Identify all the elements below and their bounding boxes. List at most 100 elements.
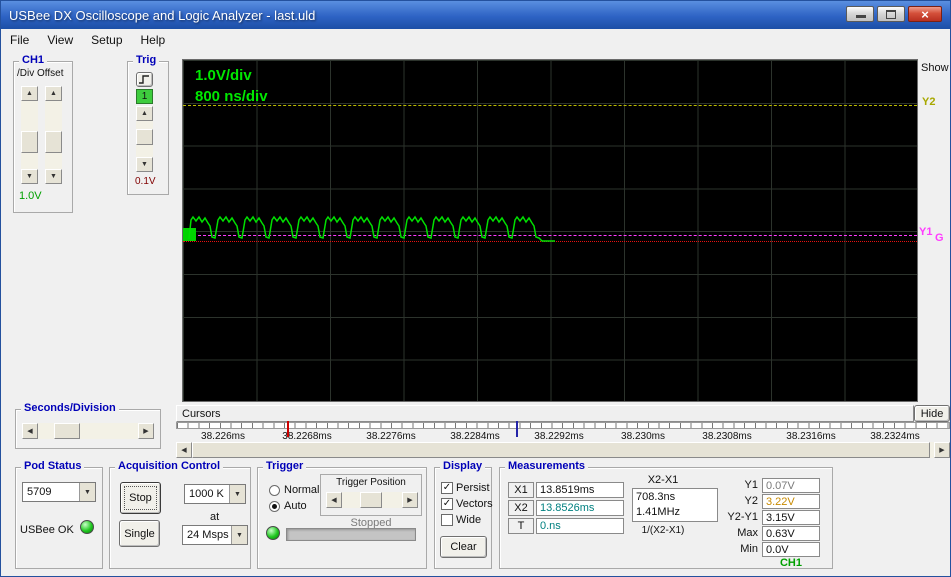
waveform-scroll-thumb[interactable]	[192, 442, 930, 458]
trigger-position-track[interactable]	[342, 492, 402, 508]
time-tick-label: 38.2308ms	[702, 431, 752, 442]
window-controls: ×	[846, 6, 942, 22]
ch1-offset-down-arrow-icon[interactable]: ▼	[45, 169, 62, 184]
maximize-button[interactable]	[877, 6, 905, 22]
scroll-right-arrow-icon[interactable]: ▶	[934, 442, 950, 458]
trigger-level-scrollbar[interactable]: ▲ ▼	[136, 106, 153, 172]
time-tick-label: 38.2284ms	[450, 431, 500, 442]
trigger-position-right-arrow-icon[interactable]: ▶	[402, 492, 418, 508]
menu-item-file[interactable]: File	[1, 30, 38, 50]
frequency-value: 1.41MHz	[636, 506, 681, 518]
scroll-left-arrow-icon[interactable]: ◀	[176, 442, 192, 458]
time-tick-label: 38.2324ms	[870, 431, 920, 442]
ch1-offset-scroll-thumb[interactable]	[45, 131, 62, 153]
trigger-auto-radio[interactable]	[269, 501, 280, 512]
pod-select-dropdown[interactable]: 5709 ▼	[22, 482, 96, 502]
scope-volts-per-div: 1.0V/div	[195, 67, 252, 84]
menu-item-view[interactable]: View	[38, 30, 82, 50]
menu-item-help[interactable]: Help	[132, 30, 175, 50]
time-tick-label: 38.230ms	[621, 431, 665, 442]
time-tick-label: 38.2316ms	[786, 431, 836, 442]
x1-cursor-marker[interactable]	[287, 421, 289, 437]
stop-button[interactable]: Stop	[120, 482, 161, 514]
buffer-size-dropdown[interactable]: 1000 K ▼	[184, 484, 246, 504]
minimize-icon	[856, 15, 866, 18]
persist-checkbox[interactable]: ✓	[441, 482, 453, 494]
dropdown-arrow-icon[interactable]: ▼	[231, 526, 247, 544]
trigger-normal-radio[interactable]	[269, 485, 280, 496]
vectors-checkbox[interactable]: ✓	[441, 498, 453, 510]
ch1-offset-scrollbar[interactable]: ▲ ▼	[45, 86, 62, 184]
trigger-level-scroll-thumb[interactable]	[136, 129, 153, 145]
close-button[interactable]: ×	[908, 6, 942, 22]
y2-value: 3.22V	[762, 494, 820, 509]
x2-cursor-marker[interactable]	[516, 421, 518, 437]
max-value: 0.63V	[762, 526, 820, 541]
t-label: T	[508, 518, 534, 534]
timebase-right-arrow-icon[interactable]: ▶	[138, 423, 154, 439]
timebase-scroll-track[interactable]	[38, 423, 138, 439]
trigger-position-thumb[interactable]	[360, 492, 382, 508]
sample-rate-dropdown[interactable]: 24 Msps ▼	[182, 525, 248, 545]
trigger-position-left-arrow-icon[interactable]: ◀	[326, 492, 342, 508]
display-panel-title: Display	[440, 460, 486, 472]
persist-label[interactable]: Persist	[456, 482, 490, 494]
pod-status-panel: Pod Status 5709 ▼ USBee OK	[15, 460, 103, 569]
timebase-scroll-thumb[interactable]	[54, 423, 80, 439]
minimize-button[interactable]	[846, 6, 874, 22]
ch1-div-scroll-thumb[interactable]	[21, 131, 38, 153]
trigger-slope-button[interactable]	[136, 72, 153, 87]
ch1-offset-scroll-track[interactable]	[45, 101, 62, 169]
vectors-label[interactable]: Vectors	[456, 498, 493, 510]
clear-button[interactable]: Clear	[440, 536, 487, 558]
trigger-channel-button[interactable]: 1	[136, 89, 153, 104]
ch1-div-down-arrow-icon[interactable]: ▼	[21, 169, 38, 184]
close-icon: ×	[921, 6, 929, 22]
title-bar[interactable]: USBee DX Oscilloscope and Logic Analyzer…	[1, 1, 950, 29]
trigger-position-slider[interactable]: ◀ ▶	[326, 492, 418, 508]
trigger-level-down-arrow-icon[interactable]: ▼	[136, 157, 153, 172]
menu-item-setup[interactable]: Setup	[82, 30, 131, 50]
timebase-left-arrow-icon[interactable]: ◀	[22, 423, 38, 439]
trigger-level-up-arrow-icon[interactable]: ▲	[136, 106, 153, 121]
seconds-division-scrollbar[interactable]: ◀ ▶	[22, 423, 154, 439]
dropdown-arrow-icon[interactable]: ▼	[79, 483, 95, 501]
waveform-position-scrollbar[interactable]: ◀ ▶	[176, 442, 950, 458]
scope-scale-readout: 1.0V/div 800 ns/div	[195, 65, 268, 107]
ch1-div-up-arrow-icon[interactable]: ▲	[21, 86, 38, 101]
waveform-scroll-track[interactable]	[192, 442, 934, 458]
wide-checkbox[interactable]	[441, 514, 453, 526]
trigger-auto-label[interactable]: Auto	[284, 500, 307, 512]
ch1-panel-title: CH1	[19, 54, 48, 66]
acquisition-control-title: Acquisition Control	[115, 460, 224, 472]
x2-value: 13.8526ms	[536, 500, 624, 516]
y1-cursor-label[interactable]: Y1	[919, 226, 932, 238]
dropdown-arrow-icon[interactable]: ▼	[229, 485, 245, 503]
hide-cursors-button[interactable]: Hide	[914, 405, 950, 422]
ch1-div-scroll-track[interactable]	[21, 101, 38, 169]
scope-display[interactable]: 1.0V/div 800 ns/div	[182, 59, 918, 402]
delta-y-label: Y2-Y1	[727, 511, 758, 523]
sample-rate-value: 24 Msps	[187, 529, 229, 541]
scope-right-strip: Show Y2 Y1 G	[919, 59, 950, 402]
trigger-level-panel: Trig 1 ▲ ▼ 0.1V	[127, 54, 169, 195]
trigger-status-led	[266, 526, 280, 540]
ch1-offset-up-arrow-icon[interactable]: ▲	[45, 86, 62, 101]
trigger-level-value: 0.1V	[135, 176, 156, 187]
ch1-div-scrollbar[interactable]: ▲ ▼	[21, 86, 38, 184]
y2-cursor-label[interactable]: Y2	[922, 96, 935, 108]
x1-label: X1	[508, 482, 534, 498]
wide-label[interactable]: Wide	[456, 514, 481, 526]
show-channels-button[interactable]: Show	[921, 62, 949, 74]
seconds-division-title: Seconds/Division	[21, 402, 119, 414]
ground-label: G	[935, 232, 944, 244]
window-title: USBee DX Oscilloscope and Logic Analyzer…	[9, 7, 316, 23]
trigger-position-label: Trigger Position	[336, 477, 406, 488]
trigger-normal-label[interactable]: Normal	[284, 484, 319, 496]
single-button[interactable]: Single	[119, 520, 160, 547]
x1-value: 13.8519ms	[536, 482, 624, 498]
trigger-level-scroll-track[interactable]	[136, 121, 153, 157]
ch1-volts-per-div-value: 1.0V	[19, 190, 42, 202]
trigger-position-frame: Trigger Position ◀ ▶	[320, 474, 422, 516]
delta-x-label: X2-X1	[647, 474, 679, 486]
